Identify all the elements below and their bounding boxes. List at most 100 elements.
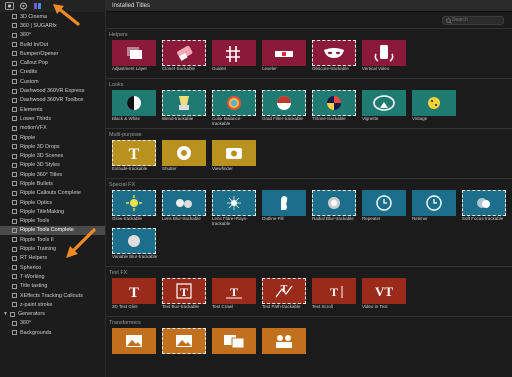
sidebar-item[interactable]: XEffects Tracking Callouts: [0, 291, 105, 300]
title-tile[interactable]: T Text Box-trackable: [159, 278, 209, 316]
title-tile[interactable]: Vintage: [409, 90, 459, 128]
sidebar-item[interactable]: Ripple Bullets: [0, 179, 105, 188]
sidebar-item[interactable]: motionVFX: [0, 124, 105, 133]
tile-thumbnail[interactable]: VT: [362, 278, 406, 304]
title-tile[interactable]: [109, 328, 159, 366]
sidebar-item[interactable]: Bumper/Opener: [0, 49, 105, 58]
title-tile[interactable]: T Text Scroll: [309, 278, 359, 316]
tile-thumbnail[interactable]: [262, 190, 306, 216]
title-tile[interactable]: Vignette: [359, 90, 409, 128]
tile-thumbnail[interactable]: T: [262, 278, 306, 304]
tile-thumbnail[interactable]: [262, 90, 306, 116]
title-tile[interactable]: Grad Filter-trackable: [259, 90, 309, 128]
title-tile[interactable]: Adjustment Layer: [109, 40, 159, 78]
sidebar-item[interactable]: Ripple: [0, 133, 105, 142]
sidebar-item[interactable]: Ripple Training: [0, 244, 105, 253]
disclosure-triangle-icon[interactable]: ▼: [3, 311, 8, 317]
tile-thumbnail[interactable]: [162, 190, 206, 216]
tile-thumbnail[interactable]: T: [212, 278, 256, 304]
titles-icon[interactable]: [32, 2, 42, 11]
sidebar-item[interactable]: Dashwood 360VR Express: [0, 86, 105, 95]
sidebar-item[interactable]: Custom: [0, 77, 105, 86]
title-tile[interactable]: T Text Crawl: [209, 278, 259, 316]
title-tile[interactable]: Black & White: [109, 90, 159, 128]
tile-thumbnail[interactable]: [162, 40, 206, 66]
gear-icon[interactable]: [18, 2, 28, 11]
sidebar-item[interactable]: Ripple 360° Titles: [0, 170, 105, 179]
tile-thumbnail[interactable]: [412, 90, 456, 116]
title-tile[interactable]: [159, 328, 209, 366]
sidebar-item[interactable]: Ripple TitleMaking: [0, 207, 105, 216]
title-tile[interactable]: Soft Focus-trackable: [459, 190, 509, 228]
title-tile[interactable]: Obscure-trackable: [309, 40, 359, 78]
tile-thumbnail[interactable]: [312, 190, 356, 216]
title-tile[interactable]: Color Balance-trackable: [209, 90, 259, 128]
tile-thumbnail[interactable]: [112, 40, 156, 66]
sidebar-item[interactable]: RT Helpers: [0, 254, 105, 263]
title-tile[interactable]: Vertical Video: [359, 40, 409, 78]
sidebar-item[interactable]: 360°: [0, 31, 105, 40]
tile-thumbnail[interactable]: [112, 90, 156, 116]
tile-thumbnail[interactable]: [212, 328, 256, 354]
tile-thumbnail[interactable]: [162, 328, 206, 354]
tile-thumbnail[interactable]: T: [162, 278, 206, 304]
title-tile[interactable]: Shutter: [159, 140, 209, 178]
sidebar-group-generators[interactable]: ▼ Generators: [0, 310, 105, 319]
tile-thumbnail[interactable]: [212, 90, 256, 116]
title-tile[interactable]: Tritone-trackable: [309, 90, 359, 128]
title-tile[interactable]: Lens Blur-trackable: [159, 190, 209, 228]
sidebar-item[interactable]: Ripple 3D Scenes: [0, 151, 105, 160]
tile-thumbnail[interactable]: [112, 190, 156, 216]
title-tile[interactable]: Outline-Fill: [259, 190, 309, 228]
tile-thumbnail[interactable]: [312, 40, 356, 66]
sidebar-item[interactable]: Ripple 3D Styles: [0, 161, 105, 170]
sidebar-item[interactable]: Ripple Optics: [0, 198, 105, 207]
search-box[interactable]: [442, 15, 504, 25]
sidebar-item[interactable]: Elements: [0, 105, 105, 114]
title-tile[interactable]: T Extrude-trackable: [109, 140, 159, 178]
sidebar-item[interactable]: Ripple Tools Complete: [0, 225, 105, 236]
sidebar-item[interactable]: Build In/Out: [0, 40, 105, 49]
sidebar-item[interactable]: Credits: [0, 68, 105, 77]
sidebar-item[interactable]: Ripple 3D Drops: [0, 142, 105, 151]
title-tile[interactable]: Guides: [209, 40, 259, 78]
title-tile[interactable]: VT Video in Text: [359, 278, 409, 316]
title-tile[interactable]: Leveler: [259, 40, 309, 78]
tile-thumbnail[interactable]: [362, 90, 406, 116]
sidebar-item[interactable]: 360 | SUGARfx: [0, 21, 105, 30]
sidebar-item[interactable]: z-paint stroke: [0, 300, 105, 309]
tile-thumbnail[interactable]: [312, 90, 356, 116]
tile-thumbnail[interactable]: [212, 140, 256, 166]
tile-thumbnail[interactable]: [362, 190, 406, 216]
title-tile[interactable]: [259, 328, 309, 366]
sidebar-item[interactable]: 360°: [0, 319, 105, 328]
tile-thumbnail[interactable]: [162, 140, 206, 166]
tile-thumbnail[interactable]: [162, 90, 206, 116]
sidebar-item[interactable]: Callout Pop: [0, 58, 105, 67]
title-tile[interactable]: [209, 328, 259, 366]
tile-thumbnail[interactable]: [412, 190, 456, 216]
sidebar-item[interactable]: T-Working: [0, 272, 105, 281]
sidebar-item[interactable]: Title tasting: [0, 282, 105, 291]
tile-thumbnail[interactable]: T: [312, 278, 356, 304]
tile-thumbnail[interactable]: T: [112, 278, 156, 304]
sidebar-item[interactable]: Ripple Callouts Complete: [0, 189, 105, 198]
film-icon[interactable]: [4, 2, 14, 11]
title-tile[interactable]: Variable Blur-trackable: [109, 228, 159, 266]
tile-thumbnail[interactable]: [112, 228, 156, 254]
search-input[interactable]: [452, 17, 502, 23]
tile-thumbnail[interactable]: T: [112, 140, 156, 166]
title-tile[interactable]: T Text Path-trackable: [259, 278, 309, 316]
title-tile[interactable]: Glow-trackable: [109, 190, 159, 228]
title-tile[interactable]: Lens Flare+Rays-trackable: [209, 190, 259, 228]
title-tile[interactable]: Blend-trackable: [159, 90, 209, 128]
title-tile[interactable]: Retimer: [409, 190, 459, 228]
tile-thumbnail[interactable]: [262, 40, 306, 66]
tile-thumbnail[interactable]: [362, 40, 406, 66]
sidebar-item[interactable]: Ripple Tools II: [0, 235, 105, 244]
title-tile[interactable]: Cloner-trackable: [159, 40, 209, 78]
tile-thumbnail[interactable]: [262, 328, 306, 354]
tile-thumbnail[interactable]: [112, 328, 156, 354]
tile-thumbnail[interactable]: [212, 40, 256, 66]
sidebar-item[interactable]: Ripple Tools: [0, 217, 105, 226]
